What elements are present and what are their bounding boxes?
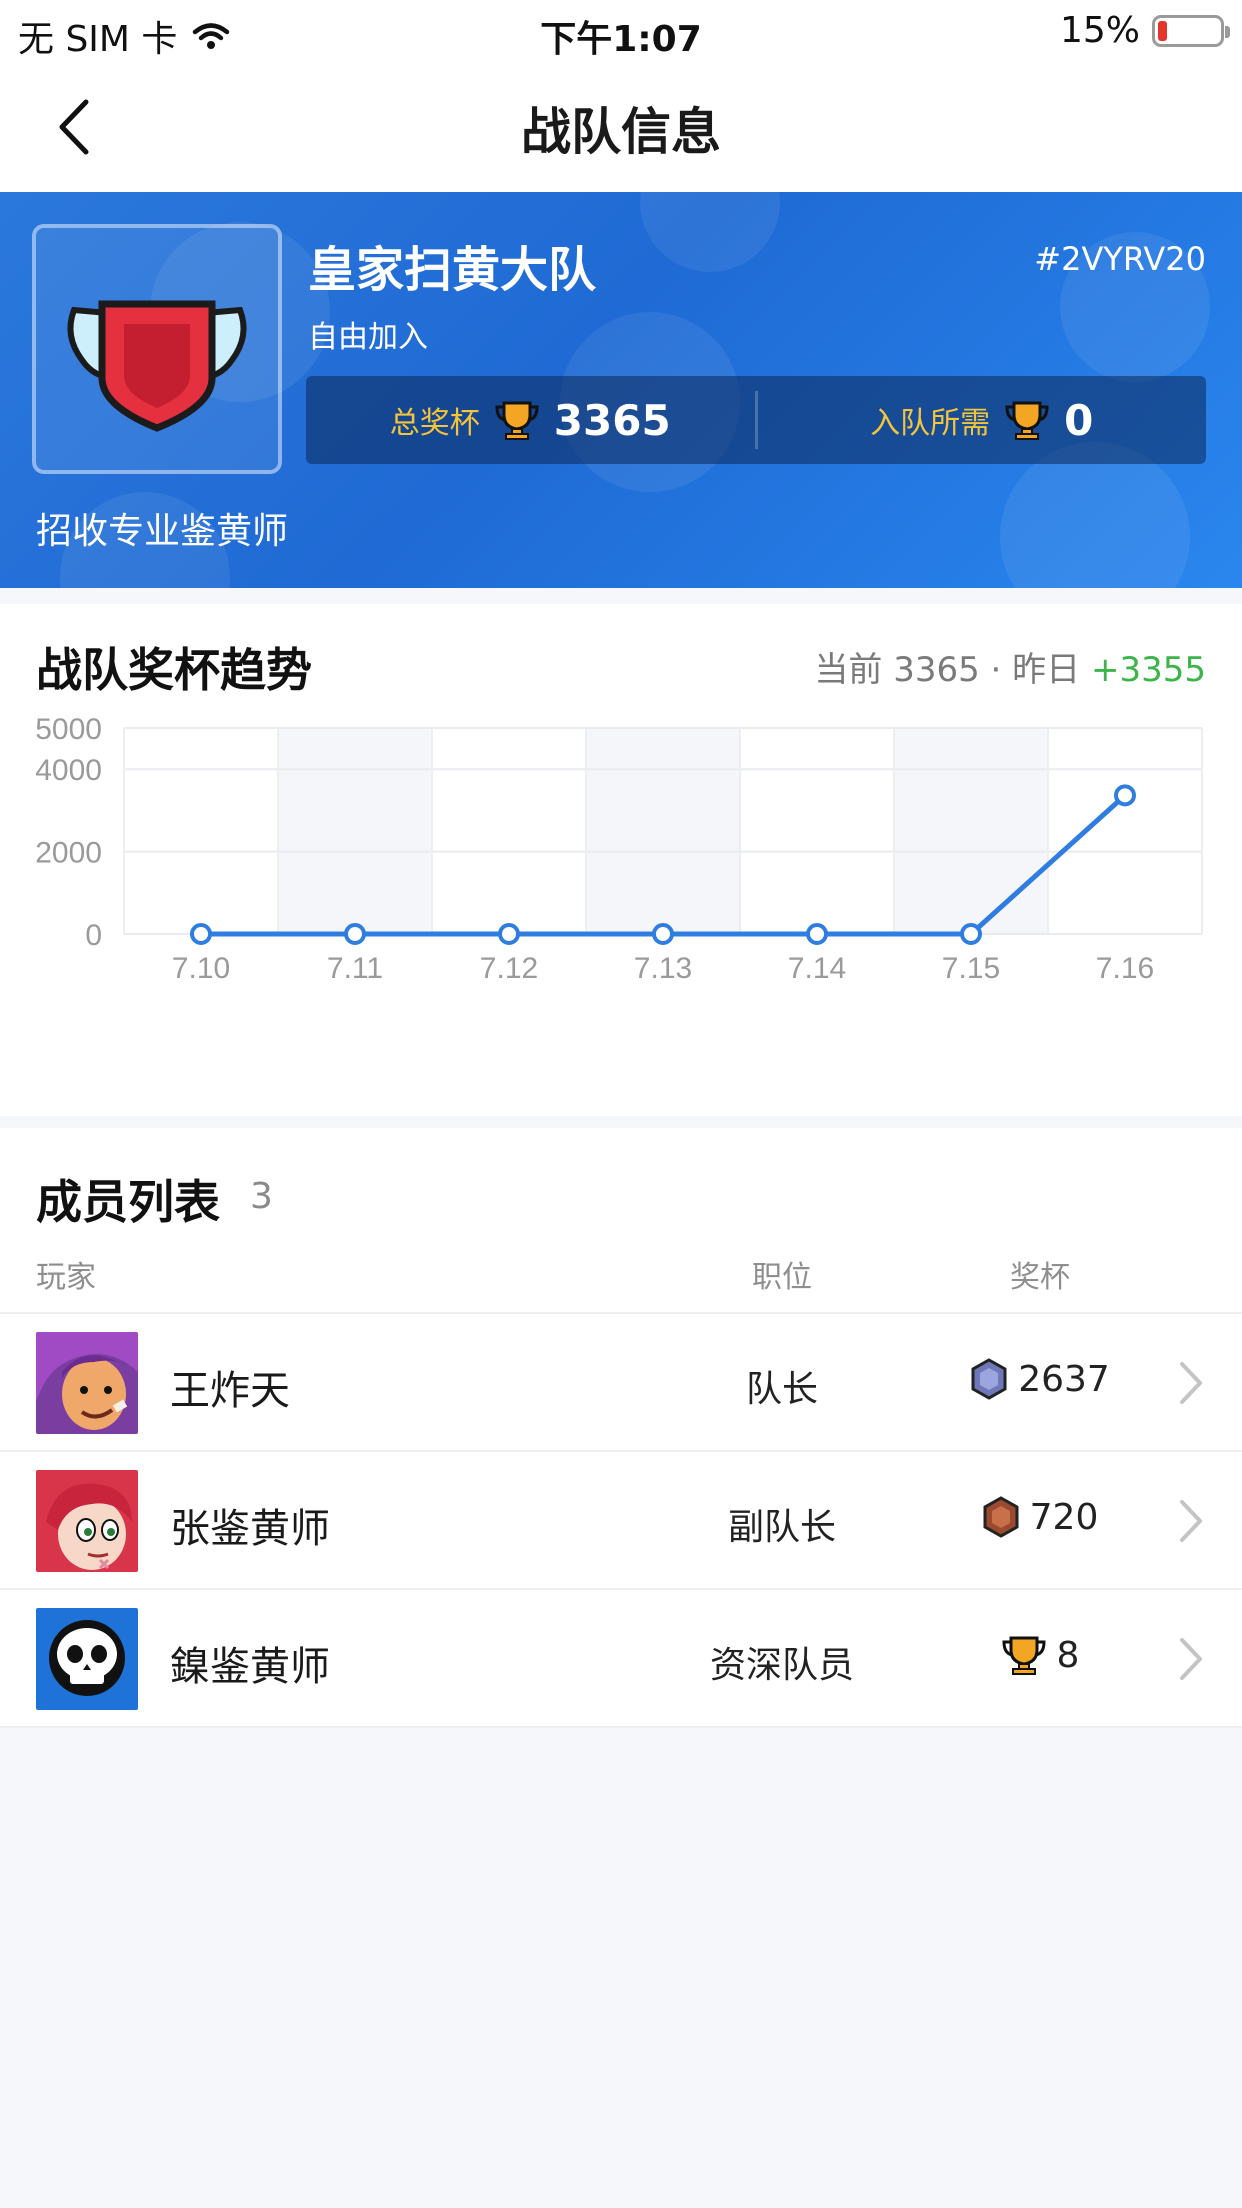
member-role: 资深队员 (709, 1645, 854, 1686)
member-name: 张鉴黄师 (170, 1506, 330, 1552)
required-trophies-value: 0 (1064, 395, 1094, 445)
members-count: 3 (250, 1176, 273, 1217)
chart-x-tick-label: 7.16 (1096, 952, 1154, 985)
member-name: 鎳鉴黄师 (170, 1644, 330, 1690)
team-tag: #2VYRV20 (1034, 240, 1206, 278)
members-section: 成员列表 3 玩家 职位 奖杯 王炸天 队长 2637 张鉴黄师 副队长 720… (0, 1128, 1242, 1728)
member-avatar (36, 1608, 138, 1710)
chart-column-band (894, 728, 1048, 934)
chart-x-tick-label: 7.10 (172, 952, 230, 985)
trophy-stats-bar: 总奖杯 3365 入队所需 0 (306, 376, 1206, 464)
battery-icon (1152, 14, 1230, 47)
chart-x-tick-label: 7.12 (480, 952, 538, 985)
trophy-trend-section: 战队奖杯趋势 当前 3365 · 昨日 +3355 0 2000 4000 5000 7… (0, 604, 1242, 1116)
bronze-rank-icon (983, 1496, 1019, 1538)
member-avatar (36, 1470, 138, 1572)
column-header-trophies: 奖杯 (1010, 1260, 1070, 1295)
member-name: 王炸天 (170, 1368, 290, 1414)
total-trophies-label: 总奖杯 (389, 406, 480, 441)
team-description: 招收专业鉴黄师 (36, 511, 289, 552)
trophy-icon (495, 401, 539, 440)
chart-data-point (652, 923, 674, 945)
skull-avatar-icon (36, 1608, 138, 1710)
status-bar: 无 SIM 卡 下午1:07 15% (0, 0, 1242, 62)
join-type: 自由加入 (308, 320, 428, 355)
chart-x-tick-label: 7.11 (327, 952, 383, 985)
trophy-icon (1002, 1636, 1046, 1675)
chart-y-tick-label: 0 (85, 919, 102, 952)
battery-level (1158, 20, 1167, 41)
winged-shield-icon (67, 300, 247, 432)
member-row[interactable]: 张鉴黄师 副队长 720 (0, 1452, 1242, 1590)
chevron-right-icon (1180, 1638, 1202, 1680)
member-role: 副队长 (727, 1507, 836, 1548)
chart-data-point (498, 923, 520, 945)
chart-column-band (278, 728, 432, 934)
summary-separator: · (990, 650, 1002, 690)
member-trophy-count: 720 (1029, 1496, 1099, 1538)
battery-percent: 15% (1059, 10, 1140, 51)
member-row[interactable]: 鎳鉴黄师 资深队员 8 (0, 1590, 1242, 1728)
nav-bar: 战队信息 (0, 62, 1242, 192)
clock: 下午1:07 (540, 19, 702, 60)
page-title: 战队信息 (521, 103, 721, 161)
member-role: 队长 (745, 1369, 818, 1410)
team-name: 皇家扫黄大队 (308, 242, 597, 298)
total-trophies-cell: 总奖杯 3365 (306, 396, 755, 445)
chart-data-point (344, 923, 366, 945)
required-trophies-label: 入队所需 (870, 406, 991, 441)
current-label: 当前 (814, 650, 883, 690)
trophy-delta: +3355 (1090, 650, 1206, 690)
trophy-trend-chart: 0 2000 4000 5000 7.10 7.11 7.12 7.13 7.14 7.15 7.1… (35, 713, 1203, 985)
silver-rank-icon (971, 1358, 1007, 1400)
trend-summary: 当前 3365 · 昨日 +3355 (814, 642, 1206, 691)
total-trophies-value: 3365 (553, 395, 671, 445)
brawler-colt-avatar-icon (36, 1470, 138, 1572)
member-trophies: 8 (940, 1634, 1140, 1676)
chart-data-point (1114, 784, 1136, 807)
chart-data-point (190, 923, 212, 945)
chart-data-point (960, 923, 982, 945)
team-badge (32, 224, 282, 474)
chart-y-tick-label: 2000 (35, 837, 102, 870)
current-value: 3365 (893, 650, 980, 690)
member-trophies: 2637 (940, 1358, 1140, 1400)
chart-y-tick-label: 4000 (35, 754, 102, 787)
chart-y-tick-label: 5000 (35, 713, 102, 746)
chevron-right-icon (1180, 1362, 1202, 1404)
chart-x-tick-label: 7.15 (942, 952, 1000, 985)
member-trophy-count: 8 (1056, 1634, 1080, 1676)
yesterday-label: 昨日 (1012, 650, 1081, 690)
column-header-player: 玩家 (36, 1260, 96, 1295)
chart-column-band (586, 728, 740, 934)
chart-x-tick-label: 7.14 (788, 952, 846, 985)
chevron-right-icon (1180, 1500, 1202, 1542)
member-trophy-count: 2637 (1018, 1358, 1110, 1400)
status-right: 15% (1059, 10, 1230, 51)
required-trophies-cell: 入队所需 0 (758, 396, 1207, 445)
brawler-shelly-avatar-icon (36, 1332, 138, 1434)
column-header-role: 职位 (752, 1260, 812, 1295)
member-trophies: 720 (940, 1496, 1140, 1538)
chart-x-tick-label: 7.13 (634, 952, 692, 985)
member-avatar (36, 1332, 138, 1434)
trophy-icon (1005, 401, 1049, 440)
chart-title: 战队奖杯趋势 (36, 643, 312, 697)
banner-decoration (640, 192, 780, 272)
chart-data-point (806, 923, 828, 945)
team-banner: 皇家扫黄大队 #2VYRV20 自由加入 总奖杯 3365 入队所需 0 招收专… (0, 192, 1242, 588)
member-row[interactable]: 王炸天 队长 2637 (0, 1314, 1242, 1452)
members-title: 成员列表 (36, 1175, 220, 1229)
